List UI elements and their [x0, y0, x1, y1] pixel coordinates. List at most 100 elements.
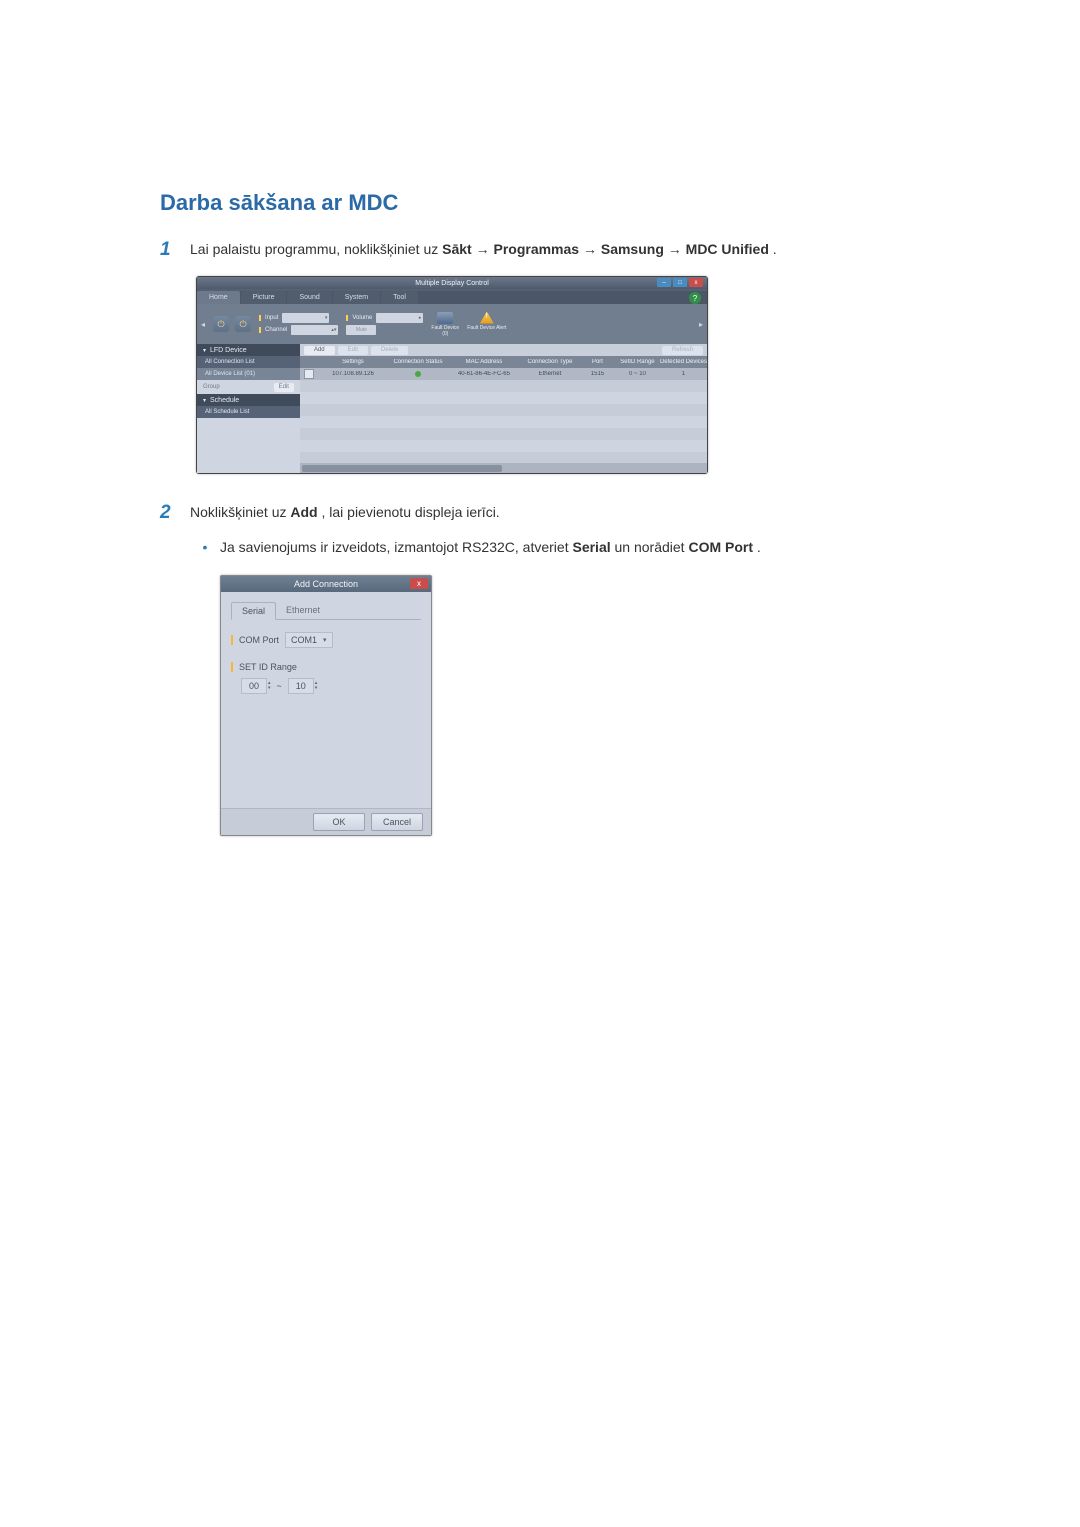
col-mac: MAC Address: [448, 359, 520, 365]
indicator-icon: [231, 662, 233, 672]
add-button[interactable]: Add: [304, 346, 335, 355]
ribbon-prev-icon[interactable]: ◂: [201, 320, 205, 329]
text: →: [583, 241, 601, 257]
cell-range: 0 ~ 10: [615, 371, 660, 377]
fault-device-icon[interactable]: [437, 312, 453, 324]
input-select[interactable]: ▾: [282, 313, 329, 323]
range-from-stepper[interactable]: 00: [241, 678, 267, 694]
status-connected-icon: [415, 371, 421, 377]
sidebar-group-row: Group Edit: [197, 380, 300, 394]
range-separator: ~: [277, 681, 282, 691]
input-label: Input: [265, 315, 278, 321]
power-off-icon[interactable]: ⏻: [235, 316, 251, 332]
text: →: [476, 241, 494, 257]
toolbar: Add Edit Delete Refresh: [300, 344, 707, 356]
grid-empty: [300, 380, 707, 463]
chevron-down-icon: ▾: [323, 636, 327, 644]
stepper-arrows-icon[interactable]: ▴▾: [268, 681, 271, 691]
text: Noklikšķiniet uz: [190, 504, 290, 520]
cancel-button[interactable]: Cancel: [371, 813, 423, 831]
refresh-button[interactable]: Refresh: [662, 346, 703, 355]
maximize-button[interactable]: □: [673, 278, 687, 287]
ok-button[interactable]: OK: [313, 813, 365, 831]
menu-home[interactable]: Home: [197, 291, 240, 304]
setid-range-row: SET ID Range: [231, 662, 421, 672]
row-checkbox[interactable]: [304, 369, 314, 379]
section-heading: Darba sākšana ar MDC: [160, 190, 920, 216]
bold: MDC Unified: [686, 241, 769, 257]
step-2: 2 Noklikšķiniet uz Add , lai pievienotu …: [160, 504, 920, 524]
sidebar-all-schedule[interactable]: All Schedule List: [197, 406, 300, 418]
tab-serial[interactable]: Serial: [231, 602, 276, 620]
menu-tool[interactable]: Tool: [381, 291, 418, 304]
sidebar: ▾ LFD Device All Connection List All Dev…: [197, 344, 300, 473]
menubar: Home Picture Sound System Tool: [197, 291, 707, 304]
edit-button[interactable]: Edit: [338, 346, 368, 355]
volume-input[interactable]: ▸: [376, 313, 423, 323]
fault-alert-icon[interactable]: [480, 312, 494, 324]
col-connection-status: Connection Status: [388, 359, 448, 365]
tab-ethernet[interactable]: Ethernet: [276, 602, 330, 619]
chevron-down-icon: ▾: [203, 347, 206, 354]
indicator-icon: [346, 315, 348, 321]
text: Lai palaistu programmu, noklikšķiniet uz: [190, 241, 442, 257]
com-port-label: COM Port: [239, 635, 279, 645]
col-detected-devices: Detected Devices: [660, 359, 707, 365]
setid-range-label: SET ID Range: [239, 662, 297, 672]
main-panel: Add Edit Delete Refresh Settings Connect…: [300, 344, 707, 473]
menu-system[interactable]: System: [333, 291, 380, 304]
step-2-text: Noklikšķiniet uz Add , lai pievienotu di…: [190, 504, 920, 524]
close-button[interactable]: x: [689, 278, 703, 287]
sidebar-schedule-header[interactable]: ▾ Schedule: [197, 394, 300, 406]
indicator-icon: [259, 315, 261, 321]
bullet-icon: •: [190, 539, 220, 555]
menu-sound[interactable]: Sound: [287, 291, 331, 304]
fault-device-label: Fault Device (0): [431, 325, 459, 337]
sidebar-all-device[interactable]: All Device List (01): [197, 368, 300, 380]
sidebar-lfd-header[interactable]: ▾ LFD Device: [197, 344, 300, 356]
cell-detected: 1: [660, 371, 707, 377]
sidebar-group-label: Group: [203, 384, 220, 390]
col-settings: Settings: [318, 359, 388, 365]
sidebar-all-connection[interactable]: All Connection List: [197, 356, 300, 368]
text: →: [668, 241, 686, 257]
horizontal-scrollbar[interactable]: [300, 463, 707, 473]
channel-label: Channel: [265, 327, 287, 333]
mute-button[interactable]: Mute: [346, 325, 376, 335]
indicator-icon: [259, 327, 261, 333]
bullet-1: • Ja savienojums ir izveidots, izmantojo…: [160, 539, 920, 555]
step-number: 1: [160, 239, 190, 261]
minimize-button[interactable]: –: [657, 278, 671, 287]
channel-stepper[interactable]: ▴▾: [291, 325, 338, 335]
step-number: 2: [160, 502, 190, 524]
dialog-footer: OK Cancel: [221, 808, 431, 835]
mdc-window: Multiple Display Control – □ x ? Home Pi…: [196, 276, 708, 474]
bullet-text: Ja savienojums ir izveidots, izmantojot …: [220, 539, 920, 555]
delete-button[interactable]: Delete: [371, 346, 408, 355]
cell-mac: 40-61-86-4E-FC-65: [448, 371, 520, 377]
bold: Sākt: [442, 241, 472, 257]
titlebar: Multiple Display Control – □ x: [197, 277, 707, 289]
menu-picture[interactable]: Picture: [241, 291, 287, 304]
col-setid-range: SetID Range: [615, 359, 660, 365]
bold: Programmas: [493, 241, 579, 257]
stepper-arrows-icon[interactable]: ▴▾: [315, 681, 318, 691]
help-icon[interactable]: ?: [689, 292, 701, 304]
dialog-close-button[interactable]: x: [410, 578, 428, 589]
bold: COM Port: [688, 539, 753, 555]
text: Ja savienojums ir izveidots, izmantojot …: [220, 539, 572, 555]
ribbon-next-icon[interactable]: ▸: [699, 320, 703, 329]
add-connection-dialog: Add Connection x Serial Ethernet COM Por…: [220, 575, 432, 836]
cell-ip: 107.108.89.126: [318, 371, 388, 377]
table-row[interactable]: 107.108.89.126 40-61-86-4E-FC-65 Etherne…: [300, 368, 707, 380]
sidebar-edit-button[interactable]: Edit: [274, 383, 294, 392]
power-on-icon[interactable]: ⏻: [213, 316, 229, 332]
com-port-row: COM Port COM1 ▾: [231, 632, 421, 648]
com-port-select[interactable]: COM1 ▾: [285, 632, 333, 648]
text: .: [757, 539, 761, 555]
range-to-stepper[interactable]: 10: [288, 678, 314, 694]
dialog-title: Add Connection: [294, 579, 358, 589]
indicator-icon: [231, 635, 233, 645]
text: .: [773, 241, 777, 257]
bold: Serial: [572, 539, 610, 555]
